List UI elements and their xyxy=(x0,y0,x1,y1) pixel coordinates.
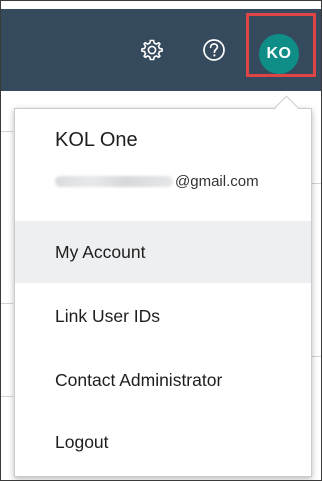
menu-item-logout[interactable]: Logout xyxy=(15,411,311,473)
background-divider xyxy=(1,396,13,397)
menu-item-my-account[interactable]: My Account xyxy=(15,221,311,283)
avatar[interactable]: KO xyxy=(259,34,299,74)
profile-header: KOL One @gmail.com xyxy=(15,109,311,221)
help-button[interactable] xyxy=(199,35,229,65)
menu-item-label: Logout xyxy=(55,431,109,452)
menu-item-label: My Account xyxy=(55,241,146,262)
app-frame: KO KOL One @gmail.com My Account Link Us… xyxy=(0,0,322,481)
menu-item-label: Link User IDs xyxy=(55,305,161,326)
background-divider xyxy=(1,131,13,132)
question-circle-icon xyxy=(201,37,227,63)
user-email: @gmail.com xyxy=(55,172,259,190)
top-strip xyxy=(1,1,321,9)
user-name: KOL One xyxy=(55,129,138,151)
email-domain: @gmail.com xyxy=(175,172,259,190)
gear-icon xyxy=(139,37,165,63)
settings-button[interactable] xyxy=(137,35,167,65)
redacted-email-user xyxy=(55,175,173,187)
background-divider xyxy=(1,303,13,304)
menu-item-contact-administrator[interactable]: Contact Administrator xyxy=(15,349,311,411)
user-menu-popover: KOL One @gmail.com My Account Link User … xyxy=(14,108,312,477)
menu-item-link-user-ids[interactable]: Link User IDs xyxy=(15,285,311,347)
menu-item-label: Contact Administrator xyxy=(55,369,223,390)
